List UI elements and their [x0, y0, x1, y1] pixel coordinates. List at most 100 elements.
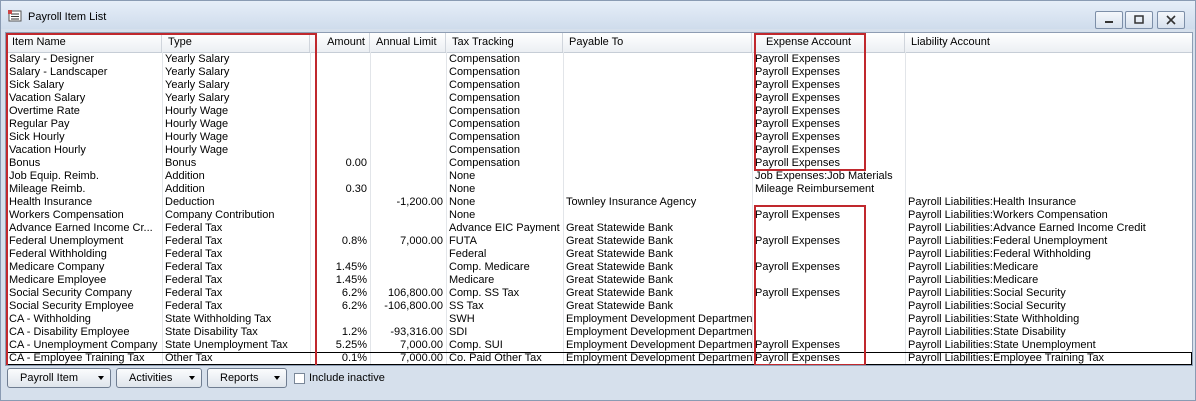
row-payable-to: Employment Development Department: [566, 352, 752, 364]
table-row[interactable]: Mileage Reimb. Addition 0.30 None Mileage Re…: [6, 183, 1192, 196]
table-row[interactable]: Sick Salary Yearly Salary Compensation Payr…: [6, 79, 1192, 92]
col-header-tax-tracking[interactable]: Tax Tracking: [446, 33, 563, 52]
col-header-annual-limit[interactable]: Annual Limit: [370, 33, 446, 52]
include-inactive-checkbox[interactable]: [294, 373, 305, 384]
col-header-payable-to[interactable]: Payable To: [563, 33, 752, 52]
row-payable-to: [563, 183, 752, 196]
activities-button[interactable]: Activities: [116, 368, 202, 388]
table-row[interactable]: Social Security Employee Federal Tax 6.2% -…: [6, 300, 1192, 313]
table-row[interactable]: CA - Withholding State Withholding Tax SWH…: [6, 313, 1192, 326]
row-amount: [310, 313, 370, 326]
table-row[interactable]: Health Insurance Deduction -1,200.00 None To…: [6, 196, 1192, 209]
row-payable-to: Great Statewide Bank: [566, 300, 674, 312]
row-expense-account: Payroll Expenses: [755, 92, 840, 104]
col-header-type[interactable]: Type: [162, 33, 310, 52]
row-item-name: Social Security Employee: [9, 300, 134, 312]
col-header-liability-account[interactable]: Liability Account: [905, 33, 1192, 52]
row-amount: 0.8%: [341, 235, 367, 247]
row-payable-to: [563, 157, 752, 170]
row-expense-account: Payroll Expenses: [755, 352, 840, 364]
row-liability-account: [905, 92, 1192, 105]
row-type: Hourly Wage: [165, 144, 229, 156]
row-payable-to: [563, 92, 752, 105]
row-amount: [310, 92, 370, 105]
table-row[interactable]: Vacation Hourly Hourly Wage Compensation Pa…: [6, 144, 1192, 157]
table-row[interactable]: Overtime Rate Hourly Wage Compensation Payr…: [6, 105, 1192, 118]
row-liability-account: Payroll Liabilities:Social Security: [908, 300, 1066, 312]
table-row[interactable]: Federal Withholding Federal Tax Federal Gre…: [6, 248, 1192, 261]
payroll-item-label: Payroll Item: [20, 372, 79, 384]
row-payable-to: [563, 209, 752, 222]
row-amount: [310, 196, 370, 209]
row-payable-to: Great Statewide Bank: [566, 274, 674, 286]
row-amount: [310, 144, 370, 157]
row-expense-account: [752, 326, 905, 339]
row-tax-tracking: Comp. SS Tax: [449, 287, 520, 299]
table-row[interactable]: Federal Unemployment Federal Tax 0.8% 7,000…: [6, 235, 1192, 248]
row-tax-tracking: None: [449, 170, 476, 182]
row-tax-tracking: Compensation: [449, 131, 520, 143]
table-row[interactable]: Regular Pay Hourly Wage Compensation Payrol…: [6, 118, 1192, 131]
row-liability-account: Payroll Liabilities:State Withholding: [908, 313, 1080, 325]
row-item-name: Federal Withholding: [9, 248, 107, 260]
row-amount: [310, 170, 370, 183]
activities-label: Activities: [129, 372, 173, 384]
table-row[interactable]: CA - Disability Employee State Disability…: [6, 326, 1192, 339]
row-item-name: Sick Hourly: [9, 131, 65, 143]
row-payable-to: Great Statewide Bank: [566, 222, 674, 234]
minimize-icon: [1105, 21, 1113, 23]
row-annual-limit: [370, 118, 446, 131]
table-row[interactable]: Sick Hourly Hourly Wage Compensation Payrol…: [6, 131, 1192, 144]
table-row[interactable]: CA - Employee Training Tax Other Tax 0.1% 7…: [6, 352, 1192, 365]
row-expense-account: Job Expenses:Job Materials: [755, 170, 893, 182]
row-liability-account: Payroll Liabilities:State Unemployment: [908, 339, 1096, 351]
row-tax-tracking: Advance EIC Payment: [449, 222, 560, 234]
row-liability-account: Payroll Liabilities:Workers Compensation: [908, 209, 1108, 221]
row-expense-account: [752, 300, 905, 313]
row-item-name: Regular Pay: [9, 118, 70, 130]
row-liability-account: Payroll Liabilities:Medicare: [908, 274, 1039, 286]
row-tax-tracking: Comp. Medicare: [449, 261, 530, 273]
table-header: Item Name Type Amount Annual Limit Tax T…: [6, 33, 1192, 53]
table-row[interactable]: CA - Unemployment Company State Unemploym…: [6, 339, 1192, 352]
table-row[interactable]: Job Equip. Reimb. Addition None Job Expense…: [6, 170, 1192, 183]
col-header-item-name[interactable]: Item Name: [6, 33, 162, 52]
table-row[interactable]: Bonus Bonus 0.00 Compensation Payroll Expens…: [6, 157, 1192, 170]
payroll-item-list-window: Payroll Item List Item Name Type Amount …: [0, 0, 1196, 401]
row-expense-account: Payroll Expenses: [755, 287, 840, 299]
table-row[interactable]: Workers Compensation Company Contribution…: [6, 209, 1192, 222]
row-expense-account: Payroll Expenses: [755, 66, 840, 78]
table-row[interactable]: Advance Earned Income Cr... Federal Tax Ad…: [6, 222, 1192, 235]
row-type: Yearly Salary: [165, 66, 230, 78]
row-type: State Disability Tax: [165, 326, 258, 338]
col-header-expense-account[interactable]: Expense Account: [752, 33, 905, 52]
row-tax-tracking: Compensation: [449, 92, 520, 104]
row-expense-account: Payroll Expenses: [755, 144, 840, 156]
row-item-name: Job Equip. Reimb.: [9, 170, 99, 182]
title-bar[interactable]: Payroll Item List: [1, 1, 1195, 29]
payroll-item-button[interactable]: Payroll Item: [7, 368, 111, 388]
row-item-name: Workers Compensation: [9, 209, 124, 221]
row-type: Federal Tax: [165, 222, 223, 234]
row-item-name: Sick Salary: [9, 79, 65, 91]
row-liability-account: [905, 170, 1192, 183]
row-item-name: Salary - Designer: [9, 53, 94, 65]
row-payable-to: [563, 79, 752, 92]
table-row[interactable]: Vacation Salary Yearly Salary Compensation…: [6, 92, 1192, 105]
table-row[interactable]: Social Security Company Federal Tax 6.2% 10…: [6, 287, 1192, 300]
col-header-amount[interactable]: Amount: [310, 33, 370, 52]
row-annual-limit: [370, 248, 446, 261]
reports-button[interactable]: Reports: [207, 368, 287, 388]
table-row[interactable]: Salary - Landscaper Yearly Salary Compensa…: [6, 66, 1192, 79]
table-row[interactable]: Medicare Company Federal Tax 1.45% Comp. Me…: [6, 261, 1192, 274]
table-row[interactable]: Salary - Designer Yearly Salary Compensati…: [6, 53, 1192, 66]
row-liability-account: [905, 183, 1192, 196]
table-row[interactable]: Medicare Employee Federal Tax 1.45% Medicar…: [6, 274, 1192, 287]
restore-button[interactable]: [1125, 11, 1153, 29]
include-inactive-label[interactable]: Include inactive: [309, 372, 385, 384]
row-type: Federal Tax: [165, 274, 223, 286]
reports-label: Reports: [220, 372, 259, 384]
minimize-button[interactable]: [1095, 11, 1123, 29]
row-annual-limit: [370, 131, 446, 144]
close-button[interactable]: [1157, 11, 1185, 29]
